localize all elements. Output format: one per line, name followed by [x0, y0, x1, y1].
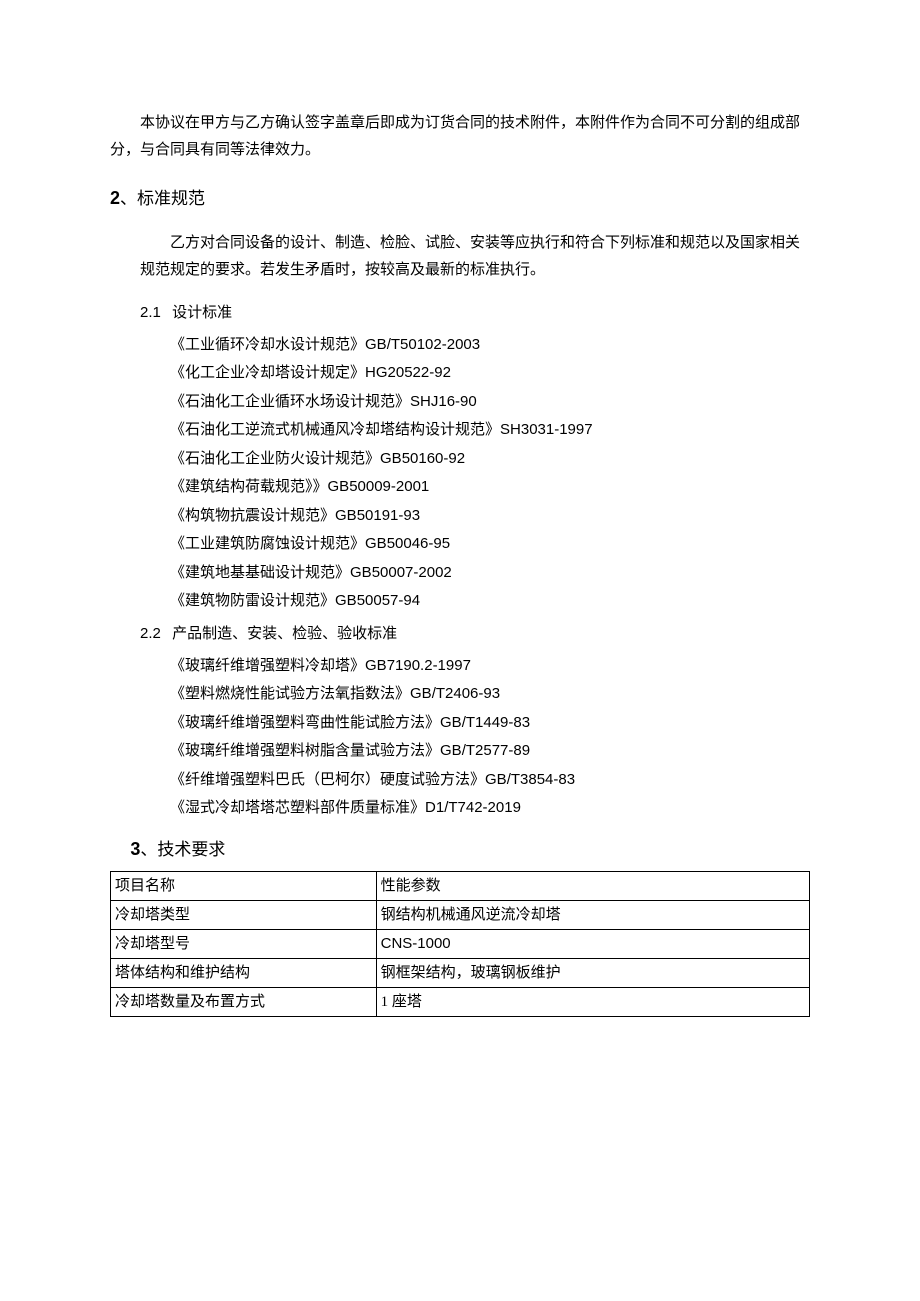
- design-standards-list: 《工业循环冷却水设计规范》GB/T50102-2003《化工企业冷却塔设计规定》…: [110, 331, 810, 616]
- standard-name: 《玻璃纤维增强塑料冷却塔》: [170, 658, 365, 674]
- subsection-2-1-number: 2.1: [140, 304, 161, 321]
- standard-line: 《纤维增强塑料巴氏（巴柯尔）硬度试验方法》GB/T3854-83: [170, 766, 810, 795]
- standard-line: 《石油化工企业防火设计规范》GB50160-92: [170, 445, 810, 474]
- standard-line: 《石油化工企业循环水场设计规范》SHJ16-90: [170, 388, 810, 417]
- standard-name: 《纤维增强塑料巴氏（巴柯尔）硬度试验方法》: [170, 772, 485, 788]
- standard-code: SHJ16-90: [410, 393, 477, 410]
- standard-line: 《化工企业冷却塔设计规定》HG20522-92: [170, 359, 810, 388]
- standard-line: 《玻璃纤维增强塑料冷却塔》GB7190.2-1997: [170, 652, 810, 681]
- table-row: 冷却塔类型钢结构机械通风逆流冷却塔: [111, 901, 810, 930]
- standard-name: 《工业循环冷却水设计规范》: [170, 337, 365, 353]
- standard-code: HG20522-92: [365, 364, 451, 381]
- spec-value: 性能参数: [376, 872, 809, 901]
- standard-code: GB/T1449-83: [440, 714, 530, 731]
- standard-line: 《湿式冷却塔塔芯塑料部件质量标准》D1/T742-2019: [170, 794, 810, 823]
- standard-line: 《构筑物抗震设计规范》GB50191-93: [170, 502, 810, 531]
- standard-line: 《塑料燃烧性能试验方法氧指数法》GB/T2406-93: [170, 680, 810, 709]
- standard-code: GB50009-2001: [328, 478, 430, 495]
- standard-name: 《建筑物防雷设计规范》: [170, 593, 335, 609]
- section-3-punct: 、: [140, 840, 157, 859]
- standard-name: 《石油化工逆流式机械通风冷却塔结构设计规范》: [170, 422, 500, 438]
- section-2-lead: 乙方对合同设备的设计、制造、检脸、试脸、安装等应执行和符合下列标准和规范以及国家…: [140, 230, 810, 284]
- spec-value: 钢框架结构，玻璃钢板维护: [376, 959, 809, 988]
- standard-code: D1/T742-2019: [425, 799, 521, 816]
- standard-line: 《工业循环冷却水设计规范》GB/T50102-2003: [170, 331, 810, 360]
- standard-code: SH3031-1997: [500, 421, 593, 438]
- section-2-heading: 2、标准规范: [110, 182, 810, 215]
- table-row: 塔体结构和维护结构钢框架结构，玻璃钢板维护: [111, 959, 810, 988]
- table-row: 项目名称性能参数: [111, 872, 810, 901]
- subsection-2-2-title: 产品制造、安装、检验、验收标准: [172, 626, 397, 642]
- spec-value: CNS-1000: [376, 930, 809, 959]
- standard-code: GB50160-92: [380, 450, 465, 467]
- standard-name: 《建筑结构荷载规范》》: [170, 479, 328, 495]
- standard-line: 《工业建筑防腐蚀设计规范》GB50046-95: [170, 530, 810, 559]
- intro-paragraph: 本协议在甲方与乙方确认签字盖章后即成为订货合同的技术附件，本附件作为合同不可分割…: [110, 110, 810, 164]
- spec-key: 冷却塔型号: [111, 930, 377, 959]
- subsection-2-1-title: 设计标准: [172, 305, 232, 321]
- standard-code: GB/T50102-2003: [365, 336, 480, 353]
- standard-code: GB/T3854-83: [485, 771, 575, 788]
- spec-value-text: CNS-1000: [381, 935, 451, 952]
- section-2-punct: 、: [120, 189, 137, 208]
- standard-name: 《构筑物抗震设计规范》: [170, 508, 335, 524]
- product-standards-list: 《玻璃纤维增强塑料冷却塔》GB7190.2-1997《塑料燃烧性能试验方法氧指数…: [110, 652, 810, 823]
- standard-code: GB50046-95: [365, 535, 450, 552]
- table-row: 冷却塔数量及布置方式1 座塔: [111, 988, 810, 1017]
- tech-requirements-table: 项目名称性能参数冷却塔类型钢结构机械通风逆流冷却塔冷却塔型号CNS-1000塔体…: [110, 871, 810, 1017]
- standard-line: 《石油化工逆流式机械通风冷却塔结构设计规范》SH3031-1997: [170, 416, 810, 445]
- standard-code: GB/T2577-89: [440, 742, 530, 759]
- standard-name: 《化工企业冷却塔设计规定》: [170, 365, 365, 381]
- section-3-number: 3: [130, 839, 140, 859]
- standard-line: 《建筑物防雷设计规范》GB50057-94: [170, 587, 810, 616]
- document-page: 本协议在甲方与乙方确认签字盖章后即成为订货合同的技术附件，本附件作为合同不可分割…: [0, 0, 920, 1301]
- standard-code: GB7190.2-1997: [365, 657, 471, 674]
- subsection-2-2-number: 2.2: [140, 625, 161, 642]
- standard-line: 《建筑地基基础设计规范》GB50007-2002: [170, 559, 810, 588]
- section-2-title: 标准规范: [137, 189, 205, 208]
- standard-name: 《石油化工企业防火设计规范》: [170, 451, 380, 467]
- section-3-heading: 3、技术要求: [130, 833, 810, 866]
- standard-name: 《湿式冷却塔塔芯塑料部件质量标准》: [170, 800, 425, 816]
- standard-code: GB50007-2002: [350, 564, 452, 581]
- standard-name: 《石油化工企业循环水场设计规范》: [170, 394, 410, 410]
- table-row: 冷却塔型号CNS-1000: [111, 930, 810, 959]
- spec-key: 塔体结构和维护结构: [111, 959, 377, 988]
- standard-name: 《玻璃纤维增强塑料弯曲性能试脸方法》: [170, 715, 440, 731]
- standard-line: 《玻璃纤维增强塑料树脂含量试验方法》GB/T2577-89: [170, 737, 810, 766]
- spec-key: 项目名称: [111, 872, 377, 901]
- standard-code: GB50191-93: [335, 507, 420, 524]
- standard-name: 《塑料燃烧性能试验方法氧指数法》: [170, 686, 410, 702]
- spec-value: 钢结构机械通风逆流冷却塔: [376, 901, 809, 930]
- section-2-number: 2: [110, 188, 120, 208]
- spec-key: 冷却塔类型: [111, 901, 377, 930]
- standard-name: 《建筑地基基础设计规范》: [170, 565, 350, 581]
- standard-code: GB/T2406-93: [410, 685, 500, 702]
- standard-code: GB50057-94: [335, 592, 420, 609]
- spec-value: 1 座塔: [376, 988, 809, 1017]
- standard-line: 《建筑结构荷载规范》》GB50009-2001: [170, 473, 810, 502]
- subsection-2-1-heading: 2.1 设计标准: [140, 299, 810, 327]
- section-3-title: 技术要求: [157, 840, 225, 859]
- spec-key: 冷却塔数量及布置方式: [111, 988, 377, 1017]
- standard-name: 《工业建筑防腐蚀设计规范》: [170, 536, 365, 552]
- standard-line: 《玻璃纤维增强塑料弯曲性能试脸方法》GB/T1449-83: [170, 709, 810, 738]
- subsection-2-2-heading: 2.2 产品制造、安装、检验、验收标准: [140, 620, 810, 648]
- standard-name: 《玻璃纤维增强塑料树脂含量试验方法》: [170, 743, 440, 759]
